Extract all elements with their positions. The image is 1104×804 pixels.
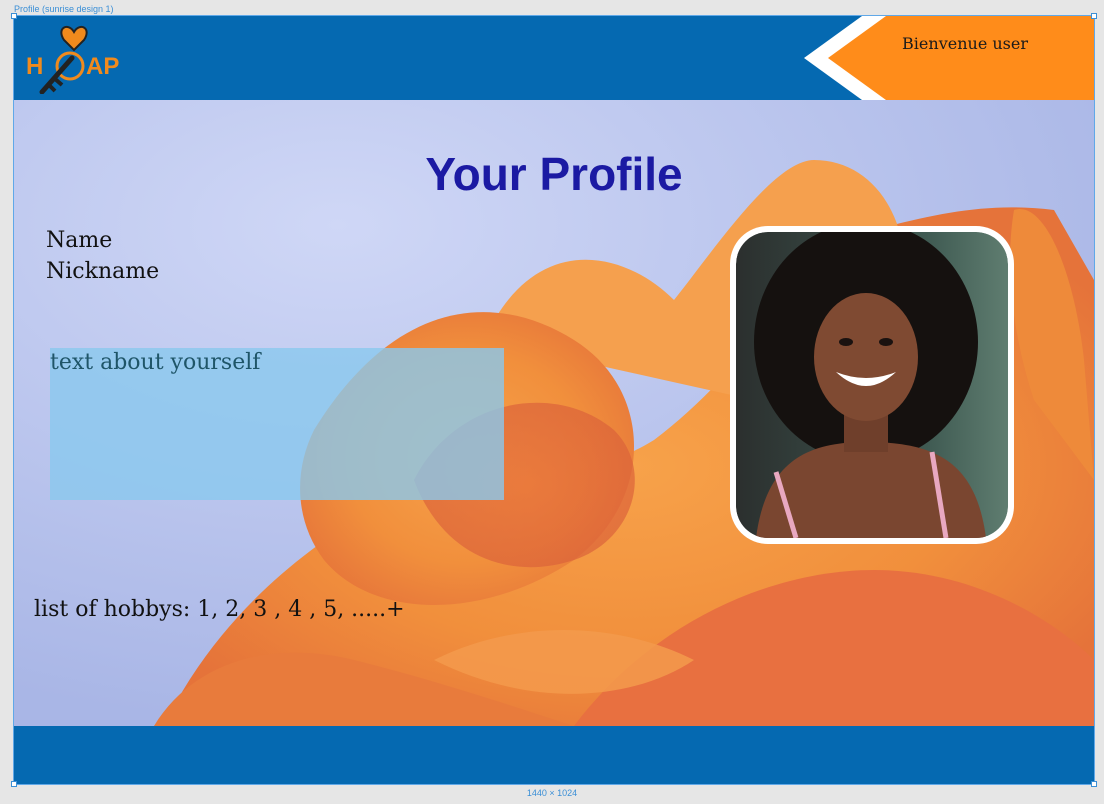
welcome-message: Bienvenue user <box>902 34 1028 53</box>
about-placeholder: text about yourself <box>50 350 261 375</box>
about-textarea[interactable]: text about yourself <box>50 348 504 500</box>
artboard: H AP Bienvenue user Your Profile Name Ni… <box>13 15 1095 785</box>
frame-size-label: 1440 × 1024 <box>526 788 578 798</box>
resize-handle[interactable] <box>1091 781 1097 787</box>
hoap-key-logo-icon[interactable]: H AP <box>24 22 124 94</box>
svg-text:H: H <box>26 53 43 80</box>
frame-label: Profile (sunrise design 1) <box>14 4 114 14</box>
top-bar: H AP Bienvenue user <box>14 16 1094 100</box>
resize-handle[interactable] <box>11 781 17 787</box>
nickname-field[interactable]: Nickname <box>46 259 159 284</box>
profile-content: Your Profile Name Nickname text about yo… <box>14 100 1094 726</box>
svg-text:AP: AP <box>86 53 119 80</box>
name-field[interactable]: Name <box>46 228 112 253</box>
profile-photo[interactable] <box>736 232 1008 538</box>
welcome-banner <box>804 16 1094 100</box>
footer-bar <box>14 726 1094 784</box>
hobbies-list: list of hobbys: 1, 2, 3 , 4 , 5, .....+ <box>34 597 405 622</box>
resize-handle[interactable] <box>1091 13 1097 19</box>
resize-handle[interactable] <box>11 13 17 19</box>
page-title: Your Profile <box>425 147 683 200</box>
profile-photo-frame <box>730 226 1014 544</box>
